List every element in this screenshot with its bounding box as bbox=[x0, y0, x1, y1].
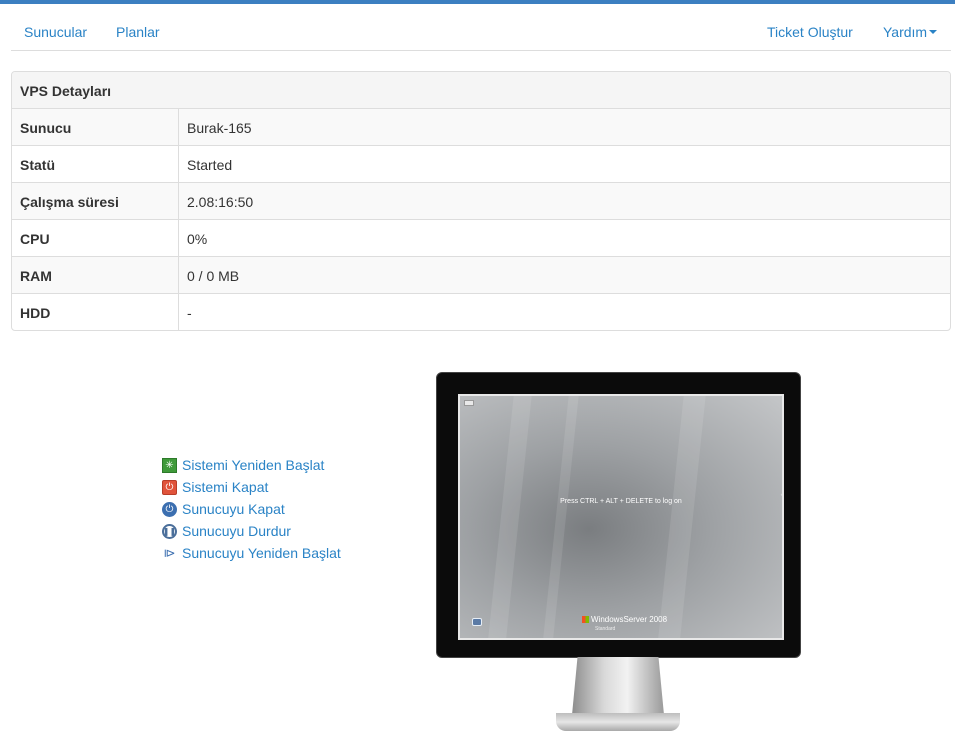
row-value: 2.08:16:50 bbox=[187, 194, 254, 210]
table-row: Statü Started bbox=[12, 146, 950, 183]
logon-message: Press CTRL + ALT + DELETE to log on bbox=[560, 498, 682, 505]
row-label: Statü bbox=[12, 146, 179, 182]
shutdown-system-button[interactable]: ⏻ Sistemi Kapat bbox=[162, 476, 341, 498]
accessibility-icon bbox=[472, 618, 482, 626]
nav-yardim-label: Yardım bbox=[883, 24, 928, 40]
shutdown-system-icon: ⏻ bbox=[162, 479, 177, 495]
monitor-stand-base bbox=[556, 713, 680, 731]
caret-down-icon bbox=[929, 30, 938, 35]
restart-system-icon: ✳ bbox=[162, 457, 177, 473]
action-label: Sunucuyu Kapat bbox=[182, 501, 285, 517]
pause-icon: ❚❚ bbox=[162, 523, 177, 539]
table-row: RAM 0 / 0 MB bbox=[12, 257, 950, 294]
top-accent-bar bbox=[0, 0, 955, 4]
action-label: Sistemi Kapat bbox=[182, 479, 269, 495]
play-restart-icon: ⧐ bbox=[163, 546, 176, 560]
action-label: Sunucuyu Yeniden Başlat bbox=[182, 545, 341, 561]
row-value: Burak-165 bbox=[187, 120, 252, 136]
table-row: Çalışma süresi 2.08:16:50 bbox=[12, 183, 950, 220]
vps-details-panel: VPS Detayları Sunucu Burak-165 Statü Sta… bbox=[11, 71, 951, 331]
power-icon: ⏻ bbox=[162, 501, 177, 517]
restart-system-button[interactable]: ✳ Sistemi Yeniden Başlat bbox=[162, 454, 341, 476]
keyboard-icon bbox=[464, 400, 474, 406]
row-label: CPU bbox=[12, 220, 179, 256]
row-value: Started bbox=[187, 157, 233, 173]
monitor-stand-neck bbox=[572, 657, 664, 715]
row-label: Çalışma süresi bbox=[12, 183, 179, 219]
screen-streak bbox=[539, 396, 581, 638]
brand-edition: Standard bbox=[595, 626, 616, 632]
power-off-server-button[interactable]: ⏻ Sunucuyu Kapat bbox=[162, 498, 341, 520]
panel-title: VPS Detayları bbox=[12, 72, 950, 109]
nav-yardim-dropdown[interactable]: Yardım bbox=[883, 24, 938, 40]
row-label: Sunucu bbox=[12, 109, 179, 145]
windows-brand: WindowsServer 2008 bbox=[582, 615, 667, 624]
row-label: RAM bbox=[12, 257, 179, 293]
row-label: HDD bbox=[12, 294, 179, 330]
action-label: Sunucuyu Durdur bbox=[182, 523, 291, 539]
table-row: Sunucu Burak-165 bbox=[12, 109, 950, 146]
nav-planlar[interactable]: Planlar bbox=[116, 24, 160, 40]
table-row: CPU 0% bbox=[12, 220, 950, 257]
nav-ticket-olustur[interactable]: Ticket Oluştur bbox=[767, 24, 853, 40]
console-screen[interactable]: Press CTRL + ALT + DELETE to log on Wind… bbox=[458, 394, 784, 640]
nav-sunucular[interactable]: Sunucular bbox=[24, 24, 87, 40]
row-value: 0% bbox=[187, 231, 208, 247]
screen-streak bbox=[484, 396, 534, 638]
pause-server-button[interactable]: ❚❚ Sunucuyu Durdur bbox=[162, 520, 341, 542]
restart-server-button[interactable]: ⧐ Sunucuyu Yeniden Başlat bbox=[162, 542, 341, 564]
row-value: 0 / 0 MB bbox=[187, 268, 240, 284]
action-label: Sistemi Yeniden Başlat bbox=[182, 457, 325, 473]
top-nav: Sunucular Planlar Ticket Oluştur Yardım bbox=[11, 14, 951, 51]
row-value: - bbox=[187, 305, 192, 321]
table-row: HDD - bbox=[12, 294, 950, 330]
console-monitor: Press CTRL + ALT + DELETE to log on Wind… bbox=[436, 372, 801, 658]
windows-logo-icon bbox=[582, 616, 589, 624]
server-actions: ✳ Sistemi Yeniden Başlat ⏻ Sistemi Kapat… bbox=[162, 454, 341, 564]
brand-text: WindowsServer 2008 bbox=[591, 615, 668, 624]
